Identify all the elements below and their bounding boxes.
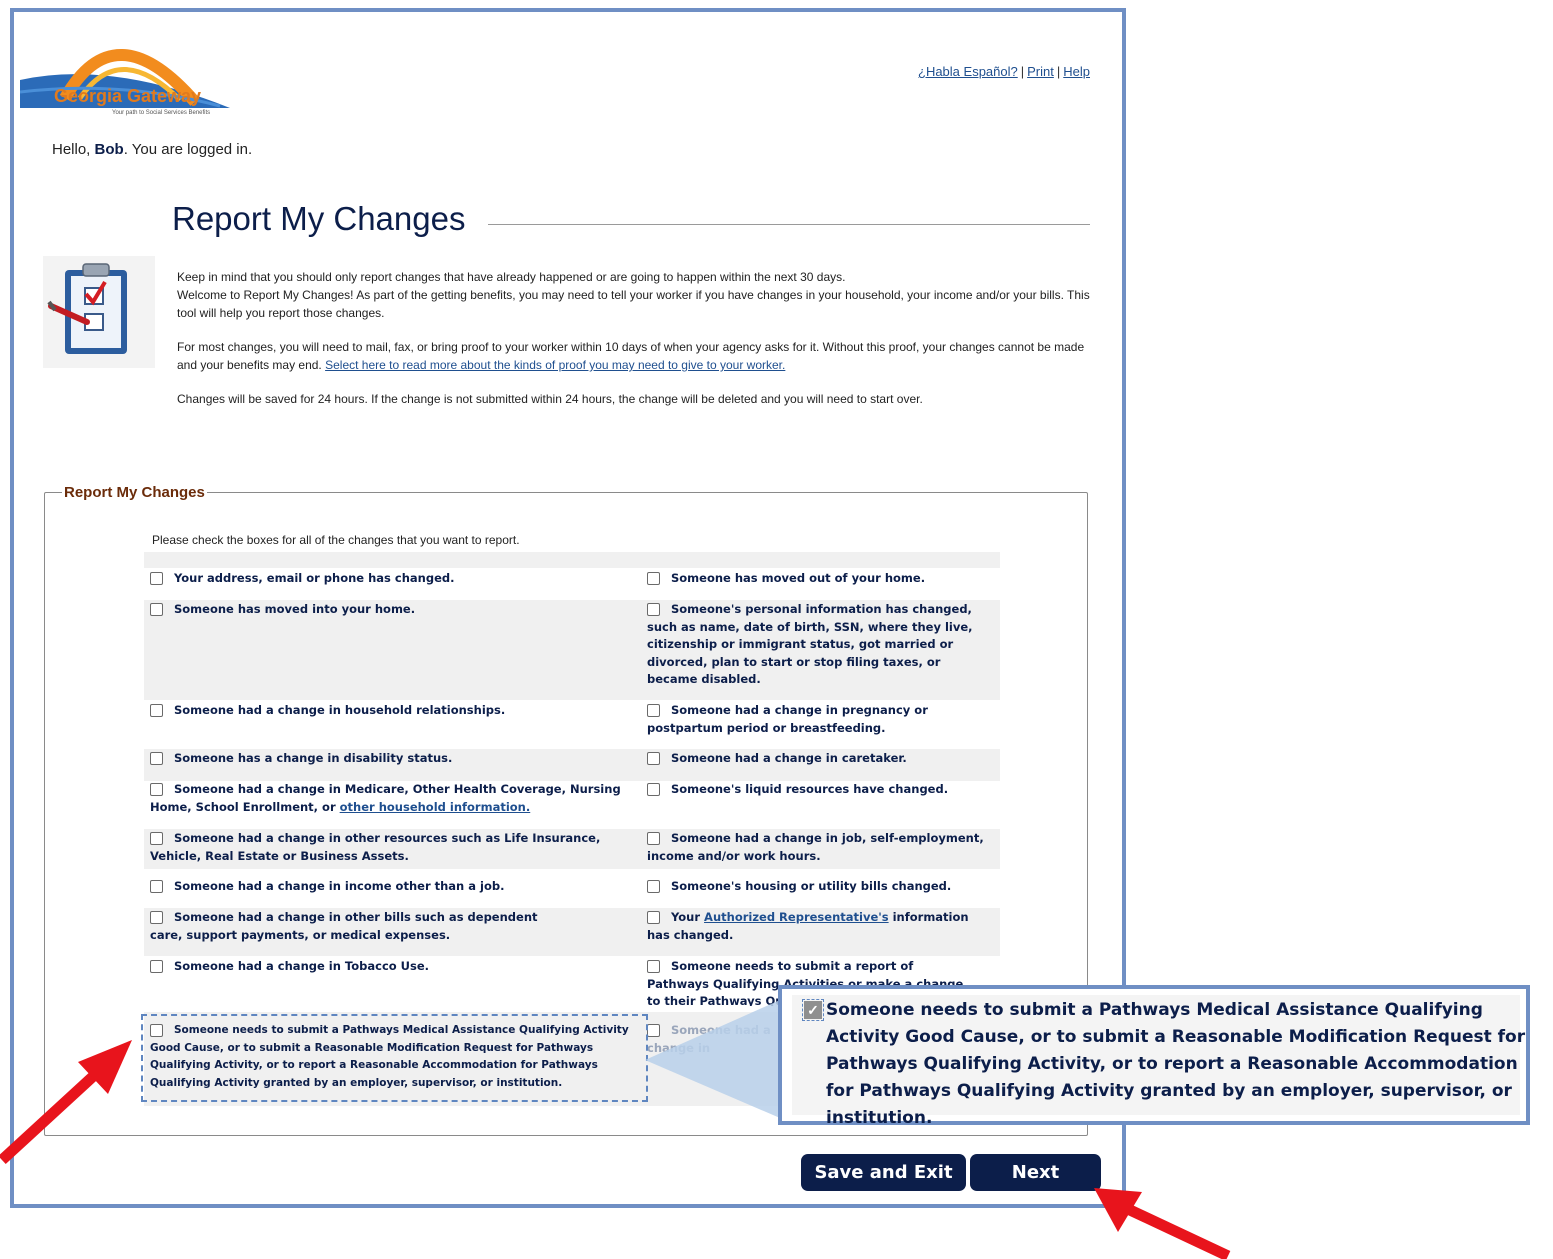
intro-proof: For most changes, you will need to mail,… xyxy=(177,338,1097,374)
other-household-info-link[interactable]: other household information. xyxy=(340,800,531,814)
option-other-resources[interactable]: Someone had a change in other resources … xyxy=(150,830,642,865)
fieldset-legend: Report My Changes xyxy=(62,484,207,501)
logo-tagline: Your path to Social Services Benefits xyxy=(112,110,211,116)
save-and-exit-button[interactable]: Save and Exit xyxy=(801,1154,966,1191)
option-housing-bills[interactable]: Someone's housing or utility bills chang… xyxy=(647,878,992,896)
intro-welcome: Welcome to Report My Changes! As part of… xyxy=(177,288,1090,320)
callout-option-text: Someone needs to submit a Pathways Medic… xyxy=(826,1000,1526,1128)
form-instructions: Please check the boxes for all of the ch… xyxy=(152,533,520,547)
georgia-gateway-logo: Georgia Gateway Your path to Social Serv… xyxy=(20,20,240,120)
option-vocational-rehab[interactable]: Someone had a change in Vocational Rehab… xyxy=(647,1022,772,1058)
greeting: Hello, Bob. You are logged in. xyxy=(52,141,252,158)
zoom-callout: ✓ Someone needs to submit a Pathways Med… xyxy=(778,985,1530,1128)
checkbox[interactable] xyxy=(150,880,163,893)
user-name: Bob xyxy=(94,141,124,158)
checkbox[interactable] xyxy=(647,832,660,845)
checkbox[interactable] xyxy=(647,960,660,973)
option-address-changed[interactable]: Your address, email or phone has changed… xyxy=(150,570,630,588)
page-title: Report My Changes xyxy=(172,200,466,237)
option-income-other[interactable]: Someone had a change in income other tha… xyxy=(150,878,630,896)
link-separator: | xyxy=(1056,64,1061,79)
option-disability-status[interactable]: Someone has a change in disability statu… xyxy=(150,750,630,768)
row-background xyxy=(144,552,1000,568)
option-pregnancy[interactable]: Someone had a change in pregnancy or pos… xyxy=(647,702,992,737)
callout-body: ✓ Someone needs to submit a Pathways Med… xyxy=(792,995,1525,1128)
authorized-representative-link[interactable]: Authorized Representative's xyxy=(704,910,889,924)
highlight-dashed-box xyxy=(141,1014,648,1102)
header-links: ¿Habla Español? | Print | Help xyxy=(860,64,1090,79)
espanol-link[interactable]: ¿Habla Español? xyxy=(918,64,1018,79)
title-divider xyxy=(488,224,1090,225)
checkbox[interactable] xyxy=(150,704,163,717)
checkbox[interactable] xyxy=(647,752,660,765)
checkbox[interactable] xyxy=(150,832,163,845)
option-authorized-representative[interactable]: Your Authorized Representative's informa… xyxy=(647,909,992,944)
next-button[interactable]: Next xyxy=(970,1154,1101,1191)
help-link[interactable]: Help xyxy=(1063,64,1090,79)
checkbox[interactable] xyxy=(647,704,660,717)
checkbox[interactable] xyxy=(150,783,163,796)
checked-checkbox[interactable]: ✓ xyxy=(802,999,824,1021)
link-separator: | xyxy=(1020,64,1025,79)
checkbox[interactable] xyxy=(647,783,660,796)
option-liquid-resources[interactable]: Someone's liquid resources have changed. xyxy=(647,781,992,799)
checkbox[interactable] xyxy=(647,880,660,893)
checkbox[interactable] xyxy=(647,603,660,616)
option-personal-info[interactable]: Someone's personal information has chang… xyxy=(647,601,992,689)
checkbox[interactable] xyxy=(647,1024,660,1037)
intro-saved-notice: Changes will be saved for 24 hours. If t… xyxy=(177,392,923,406)
clipboard-checklist-icon xyxy=(43,256,155,368)
checkbox[interactable] xyxy=(647,572,660,585)
checkbox[interactable] xyxy=(150,603,163,616)
option-caretaker[interactable]: Someone had a change in caretaker. xyxy=(647,750,992,768)
proof-info-link[interactable]: Select here to read more about the kinds… xyxy=(325,358,785,372)
option-tobacco-use[interactable]: Someone had a change in Tobacco Use. xyxy=(150,958,630,976)
checkbox[interactable] xyxy=(647,911,660,924)
checkbox[interactable] xyxy=(150,911,163,924)
option-moved-in[interactable]: Someone has moved into your home. xyxy=(150,601,630,619)
option-medicare[interactable]: Someone had a change in Medicare, Other … xyxy=(150,781,642,816)
print-link[interactable]: Print xyxy=(1027,64,1054,79)
option-other-bills[interactable]: Someone had a change in other bills such… xyxy=(150,909,570,944)
checkmark-icon: ✓ xyxy=(804,1001,822,1019)
checkbox[interactable] xyxy=(150,572,163,585)
intro-line-30-days: Keep in mind that you should only report… xyxy=(177,270,846,284)
greeting-suffix: . You are logged in. xyxy=(123,141,253,158)
option-job-change[interactable]: Someone had a change in job, self-employ… xyxy=(647,830,992,865)
checkbox[interactable] xyxy=(150,960,163,973)
option-moved-out[interactable]: Someone has moved out of your home. xyxy=(647,570,992,588)
intro-text: Keep in mind that you should only report… xyxy=(177,268,1097,408)
greeting-prefix: Hello, xyxy=(52,141,95,158)
logo-text: Georgia Gateway xyxy=(54,86,202,106)
option-household-relationships[interactable]: Someone had a change in household relati… xyxy=(150,702,630,720)
checkbox[interactable] xyxy=(150,752,163,765)
